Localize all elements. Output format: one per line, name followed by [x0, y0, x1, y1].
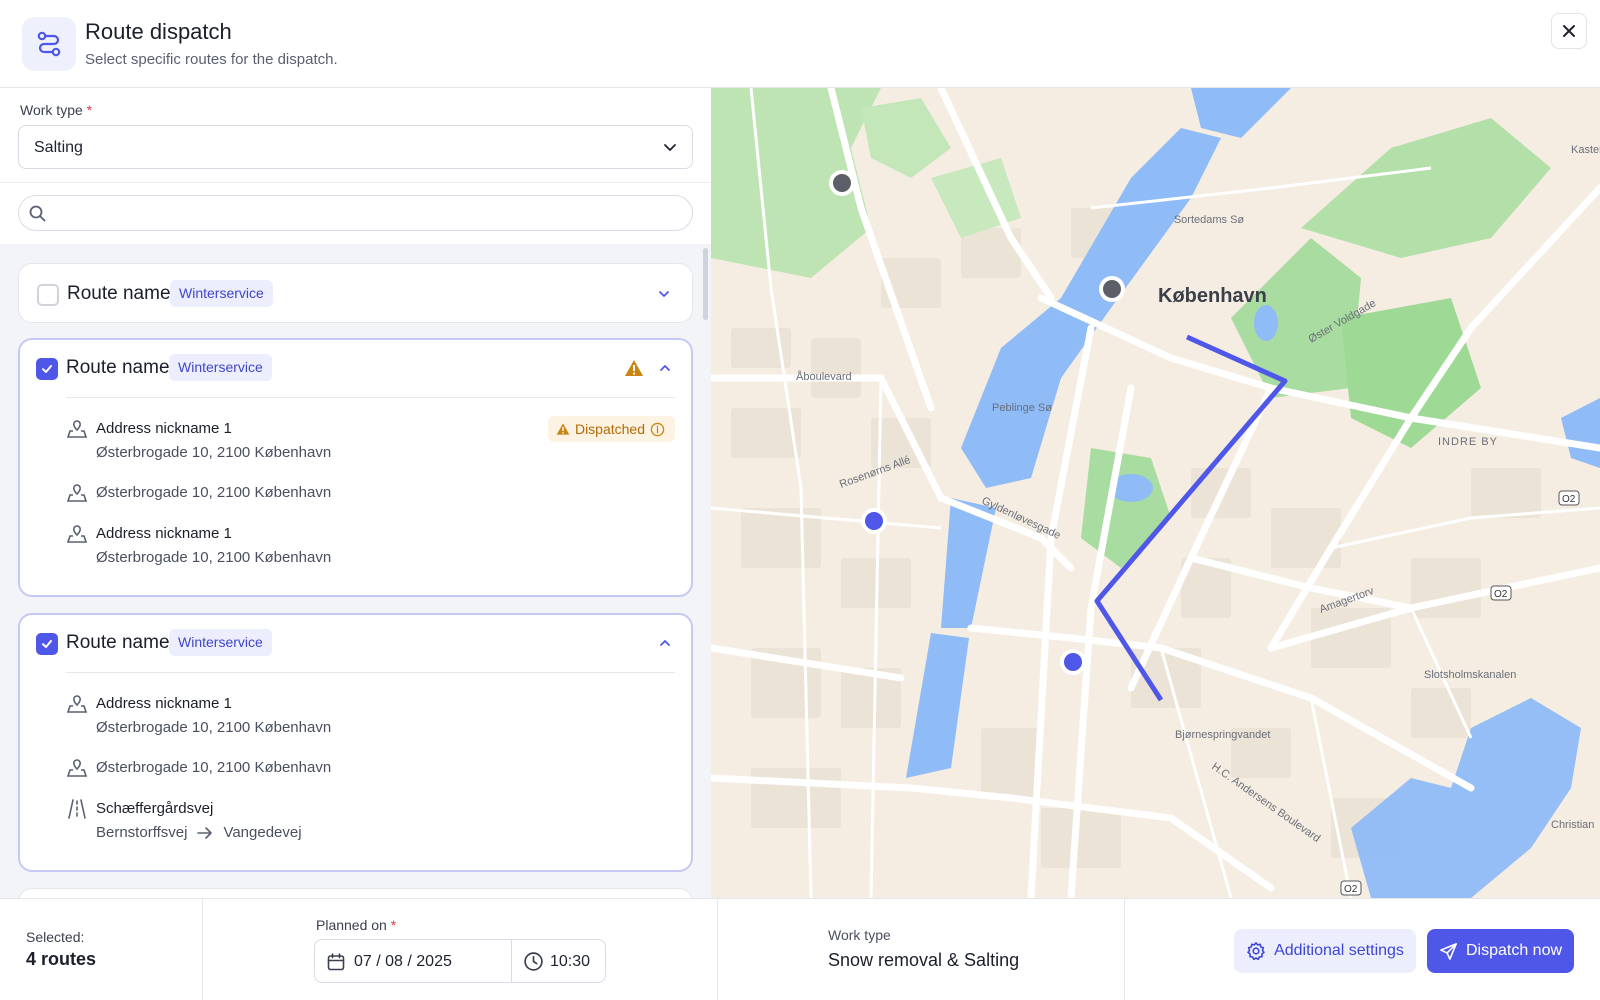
stop-nickname: Address nickname 1	[96, 525, 232, 542]
list-scrollbar[interactable]	[703, 248, 708, 320]
route-card[interactable]: Route name Winterservice Address nicknam…	[18, 338, 693, 597]
map-label: Christian	[1551, 819, 1594, 831]
road-name: Schæffergårdsvej	[96, 800, 214, 817]
road-from: Bernstorffsvej	[96, 824, 188, 841]
date-input[interactable]: 07 / 08 / 2025	[354, 953, 452, 971]
stop-address: Østerbrogade 10, 2100 København	[96, 484, 332, 501]
close-icon	[1563, 25, 1575, 37]
location-pin-icon	[66, 484, 88, 502]
location-pin-icon	[66, 420, 88, 438]
work-type-value: Salting	[34, 139, 83, 156]
calendar-icon	[327, 953, 345, 971]
selected-label: Selected:	[26, 929, 85, 945]
map-canvas[interactable]: Sortedams Sø Peblinge Sø INDRE BY Slotsh…	[711, 88, 1600, 898]
map-marker[interactable]	[861, 508, 887, 534]
additional-settings-button[interactable]: Additional settings	[1234, 929, 1416, 973]
search-input[interactable]	[53, 196, 673, 230]
route-tag: Winterservice	[169, 354, 272, 381]
work-type-label: Work type *	[20, 102, 93, 118]
road-badge: O2	[1562, 494, 1576, 505]
map-label: Slotsholmskanalen	[1424, 669, 1516, 681]
city-label: København	[1158, 285, 1267, 307]
location-pin-icon	[66, 525, 88, 543]
footer-work-type-value: Snow removal & Salting	[828, 950, 1020, 970]
map-label: Sortedams Sø	[1174, 214, 1245, 226]
time-input[interactable]: 10:30	[550, 953, 590, 971]
route-card[interactable]	[18, 888, 693, 898]
stop-address: Østerbrogade 10, 2100 København	[96, 549, 332, 566]
map-label: Kastel	[1571, 144, 1600, 156]
send-icon	[1440, 942, 1457, 960]
route-map[interactable]: Sortedams Sø Peblinge Sø INDRE BY Slotsh…	[711, 88, 1600, 898]
dispatched-label: Dispatched	[574, 421, 645, 437]
info-icon[interactable]	[650, 422, 665, 437]
map-marker[interactable]	[1060, 649, 1086, 675]
stop-nickname: Address nickname 1	[96, 420, 232, 437]
location-pin-icon	[66, 759, 88, 777]
route-tag: Winterservice	[170, 280, 273, 307]
footer-work-type-label: Work type	[828, 927, 891, 943]
dialog-title: Route dispatch	[85, 19, 232, 44]
dispatch-now-label: Dispatch now	[1465, 942, 1563, 959]
road-icon	[68, 799, 86, 819]
arrow-right-icon	[197, 826, 213, 839]
warning-icon	[556, 423, 570, 435]
search-icon	[29, 205, 46, 222]
route-name: Route name	[66, 357, 170, 378]
additional-settings-label: Additional settings	[1274, 942, 1404, 959]
route-name: Route name	[66, 632, 170, 653]
stop-address: Østerbrogade 10, 2100 København	[96, 719, 332, 736]
road-badge: O2	[1344, 884, 1358, 895]
check-icon	[42, 640, 52, 648]
dialog-header: Route dispatch Select specific routes fo…	[0, 0, 1600, 88]
filters: Work type * Salting	[0, 88, 711, 244]
check-icon	[42, 365, 52, 373]
route-card[interactable]: Route name Winterservice	[18, 263, 693, 323]
road-badge: O2	[1494, 589, 1508, 600]
route-tag: Winterservice	[169, 629, 272, 656]
chevron-down-icon	[664, 144, 676, 151]
stop-address: Østerbrogade 10, 2100 København	[96, 444, 332, 461]
stop-nickname: Address nickname 1	[96, 695, 232, 712]
stop-address: Østerbrogade 10, 2100 København	[96, 759, 332, 776]
dispatch-footer: Selected: 4 routes Planned on * 07 / 08 …	[0, 898, 1600, 1000]
dispatched-badge: Dispatched	[547, 416, 675, 442]
warning-icon	[625, 360, 643, 376]
route-card[interactable]: Route name Winterservice Address nicknam…	[18, 613, 693, 872]
route-icon	[22, 17, 76, 71]
route-checkbox[interactable]	[37, 284, 59, 306]
location-pin-icon	[66, 695, 88, 713]
clock-icon	[524, 952, 543, 971]
planned-on-picker: 07 / 08 / 2025 10:30	[314, 939, 606, 983]
dispatch-now-button[interactable]: Dispatch now	[1427, 929, 1574, 973]
route-name: Route name	[67, 283, 171, 304]
chevron-down-icon[interactable]	[656, 286, 672, 302]
map-label: Åboulevard	[796, 370, 852, 383]
selected-count: 4 routes	[26, 949, 97, 969]
route-search	[18, 195, 693, 231]
close-button[interactable]	[1551, 13, 1587, 49]
dialog-subtitle: Select specific routes for the dispatch.	[85, 51, 338, 68]
road-to: Vangedevej	[223, 824, 302, 841]
chevron-up-icon[interactable]	[657, 360, 673, 376]
map-marker[interactable]	[829, 170, 855, 196]
planned-on-label: Planned on *	[316, 917, 397, 933]
route-checkbox[interactable]	[36, 633, 58, 655]
work-type-select[interactable]: Salting	[18, 125, 693, 169]
map-label: Peblinge Sø	[992, 402, 1052, 414]
gear-icon	[1247, 942, 1265, 961]
route-list-panel: Work type * Salting Route name Winterser…	[0, 88, 711, 898]
chevron-up-icon[interactable]	[657, 635, 673, 651]
map-label: Bjørnespringvandet	[1175, 729, 1270, 741]
map-marker[interactable]	[1099, 276, 1125, 302]
map-label: INDRE BY	[1438, 436, 1498, 448]
route-checkbox[interactable]	[36, 358, 58, 380]
